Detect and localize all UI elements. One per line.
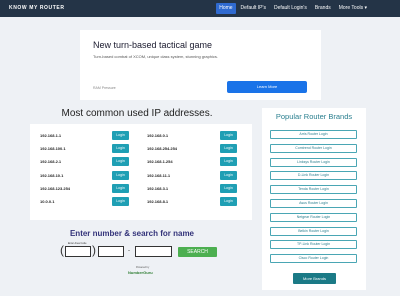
login-button[interactable]: Login — [220, 170, 237, 180]
ip-column-right: 192.168.0.1 Login 192.168.254.254 Login 19… — [147, 130, 247, 209]
ip-row: 192.168.8.1 Login — [147, 196, 247, 209]
ip-column-left: 192.168.1.1 Login 192.168.100.1 Login 192.… — [40, 130, 140, 209]
ip-address: 192.168.254.254 — [147, 146, 178, 152]
login-button[interactable]: Login — [220, 196, 237, 206]
more-brands-button[interactable]: More Brands — [293, 273, 336, 284]
login-button[interactable]: Login — [112, 183, 129, 193]
ip-address: 192.168.11.1 — [147, 172, 171, 178]
ip-list-card: 192.168.1.1 Login 192.168.100.1 Login 192.… — [30, 124, 252, 220]
brand-link-cisco[interactable]: Cisco Router Login — [270, 254, 357, 263]
ip-address: 192.168.123.254 — [40, 185, 71, 191]
ad-learn-more-button[interactable]: Learn More — [227, 81, 307, 93]
area-code-input[interactable] — [65, 246, 91, 257]
brand-link-tenda[interactable]: Tenda Router Login — [270, 185, 357, 194]
ip-row: 192.168.123.254 Login — [40, 183, 140, 196]
brand-link-belkin[interactable]: Belkin Router Login — [270, 227, 357, 236]
login-button[interactable]: Login — [220, 131, 237, 140]
login-button[interactable]: Login — [220, 183, 237, 193]
brand-link-dlink[interactable]: D-Link Router Login — [270, 171, 357, 180]
top-navbar: KNOW MY ROUTER Home Default IP's Default… — [0, 0, 400, 17]
ip-address: 192.168.2.1 — [40, 159, 62, 165]
brand-link-comtrend[interactable]: Comtrend Router Login — [270, 144, 357, 153]
ip-row: 10.0.0.1 Login — [40, 196, 140, 209]
site-logo[interactable]: KNOW MY ROUTER — [9, 5, 65, 11]
phone-search-title: Enter number & search for name — [69, 229, 195, 238]
ip-row: 192.168.100.1 Login — [40, 143, 140, 156]
login-button[interactable]: Login — [112, 157, 129, 167]
ip-address: 192.168.0.1 — [147, 133, 169, 138]
brand-link-netgear[interactable]: Netgear Router Login — [270, 213, 357, 222]
brand-link-asus[interactable]: Asus Router Login — [270, 199, 357, 208]
brand-link-tplink[interactable]: TP-Link Router Login — [270, 240, 357, 249]
numberguru-logo[interactable]: NumberGuru — [128, 270, 153, 275]
login-button[interactable]: Login — [112, 196, 129, 206]
area-code-hint: Enter Area Code — [68, 242, 87, 245]
login-button[interactable]: Login — [220, 157, 237, 167]
ip-address: 192.168.10.1 — [40, 172, 64, 178]
login-button[interactable]: Login — [112, 144, 129, 154]
ip-address: 192.168.1.254 — [147, 159, 173, 165]
close-paren: ) — [92, 243, 96, 257]
ip-address: 192.168.8.1 — [147, 198, 169, 204]
nav-home[interactable]: Home — [216, 3, 236, 14]
ip-section-title: Most common used IP addresses. — [61, 108, 213, 119]
nav-default-ips[interactable]: Default IP's — [238, 3, 269, 14]
login-button[interactable]: Login — [220, 144, 237, 154]
ip-row: 192.168.1.1 Login — [40, 130, 140, 143]
open-paren: ( — [60, 243, 64, 257]
nav-more-tools[interactable]: More Tools ▾ — [336, 3, 370, 14]
ip-row: 192.168.254.254 Login — [147, 143, 247, 156]
login-button[interactable]: Login — [112, 131, 129, 140]
ad-description: Turn-based combat of XCOM, unique class … — [93, 54, 219, 59]
powered-by-label: Powered by — [136, 266, 150, 269]
ip-row: 192.168.1.254 Login — [147, 156, 247, 169]
ip-address: 192.168.100.1 — [40, 146, 66, 152]
prefix-input[interactable] — [98, 246, 124, 257]
brand-link-arris[interactable]: Arris Router Login — [270, 130, 357, 139]
brands-title: Popular Router Brands — [275, 112, 353, 121]
brand-link-linksys[interactable]: Linksys Router Login — [270, 158, 357, 167]
nav-default-logins[interactable]: Default Login's — [271, 3, 310, 14]
nav-brands[interactable]: Brands — [312, 3, 334, 14]
ip-address: 192.168.1.1 — [40, 133, 62, 138]
ad-title[interactable]: New turn-based tactical game — [93, 40, 212, 50]
dash-separator: - — [128, 248, 130, 254]
router-brands-panel: Popular Router Brands Arris Router Login… — [262, 108, 366, 290]
ad-source: RAM Pressure — [93, 86, 116, 90]
ip-address: 192.168.3.1 — [147, 185, 169, 191]
ip-row: 192.168.10.1 Login — [40, 170, 140, 183]
ip-row: 192.168.0.1 Login — [147, 130, 247, 143]
line-number-input[interactable] — [135, 246, 172, 257]
ip-row: 192.168.3.1 Login — [147, 183, 247, 196]
advertisement[interactable]: New turn-based tactical game Turn-based … — [80, 30, 321, 100]
login-button[interactable]: Login — [112, 170, 129, 180]
search-button[interactable]: SEARCH — [178, 247, 217, 257]
ip-row: 192.168.2.1 Login — [40, 156, 140, 169]
main-nav: Home Default IP's Default Login's Brands… — [216, 3, 370, 14]
ip-row: 192.168.11.1 Login — [147, 170, 247, 183]
ip-address: 10.0.0.1 — [40, 198, 55, 204]
